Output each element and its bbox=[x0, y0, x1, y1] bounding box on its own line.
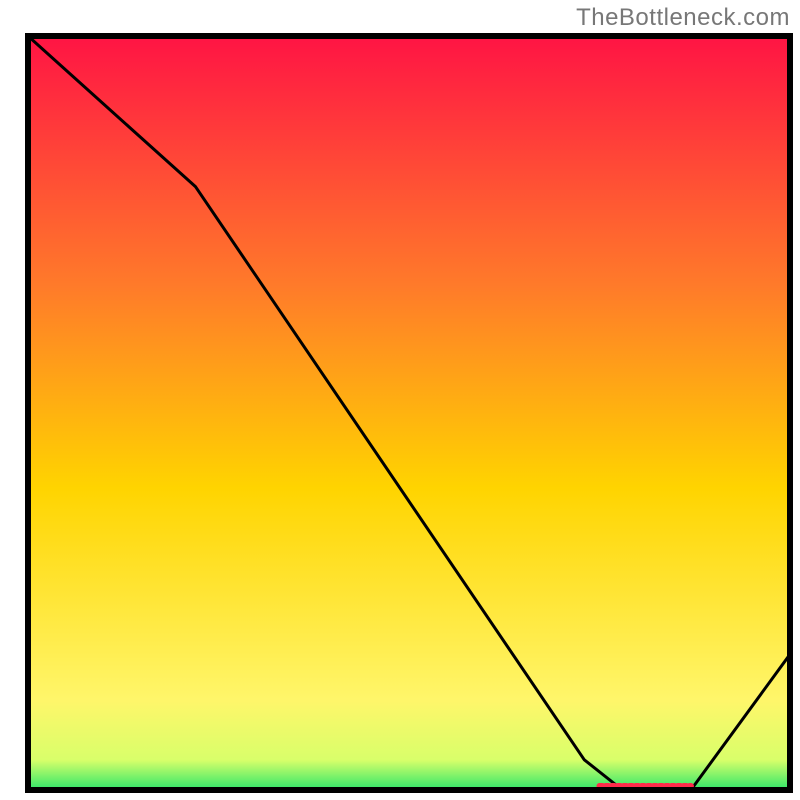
plot-background bbox=[28, 36, 790, 790]
bottleneck-chart bbox=[0, 0, 800, 800]
chart-container: TheBottleneck.com bbox=[0, 0, 800, 800]
attribution-label: TheBottleneck.com bbox=[576, 4, 790, 32]
